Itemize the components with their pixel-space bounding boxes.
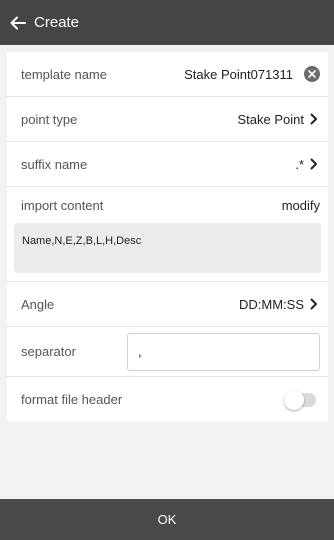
angle-label: Angle <box>21 296 55 312</box>
clear-icon[interactable] <box>304 66 320 82</box>
arrow-left-icon[interactable] <box>8 13 28 33</box>
modify-link[interactable]: modify <box>282 198 320 213</box>
app-bar: Create <box>0 0 334 45</box>
import-content-row: import content modify <box>7 187 328 223</box>
point-type-row[interactable]: point type Stake Point <box>7 97 328 142</box>
angle-value: DD:MM:SS <box>239 296 304 312</box>
separator-label: separator <box>21 344 76 359</box>
page-title: Create <box>34 14 80 31</box>
point-type-value: Stake Point <box>237 111 305 127</box>
toggle-knob <box>284 389 304 410</box>
chevron-right-icon <box>310 113 320 125</box>
angle-row[interactable]: Angle DD:MM:SS <box>7 282 328 327</box>
separator-row: separator , <box>7 327 328 377</box>
suffix-name-label: suffix name <box>21 156 88 172</box>
import-content-box: Name,N,E,Z,B,L,H,Desc <box>14 223 321 273</box>
format-file-header-label: format file header <box>21 392 123 407</box>
import-content-label: import content <box>21 197 104 213</box>
suffix-name-value: .* <box>295 156 304 172</box>
create-template-form: template name Stake Point071311 point ty… <box>7 52 328 422</box>
chevron-right-icon <box>310 298 320 310</box>
template-name-value[interactable]: Stake Point071311 <box>184 67 293 82</box>
ok-button[interactable]: OK <box>0 499 334 540</box>
separator-input[interactable]: , <box>127 332 320 371</box>
template-name-row: template name Stake Point071311 <box>7 52 328 97</box>
suffix-name-row[interactable]: suffix name .* <box>7 142 328 187</box>
chevron-right-icon <box>310 158 320 170</box>
template-name-label: template name <box>21 66 107 82</box>
import-content-section: import content modify Name,N,E,Z,B,L,H,D… <box>7 187 328 282</box>
format-file-header-row: format file header <box>7 377 328 422</box>
point-type-label: point type <box>21 111 78 127</box>
format-file-header-toggle[interactable] <box>284 389 316 410</box>
